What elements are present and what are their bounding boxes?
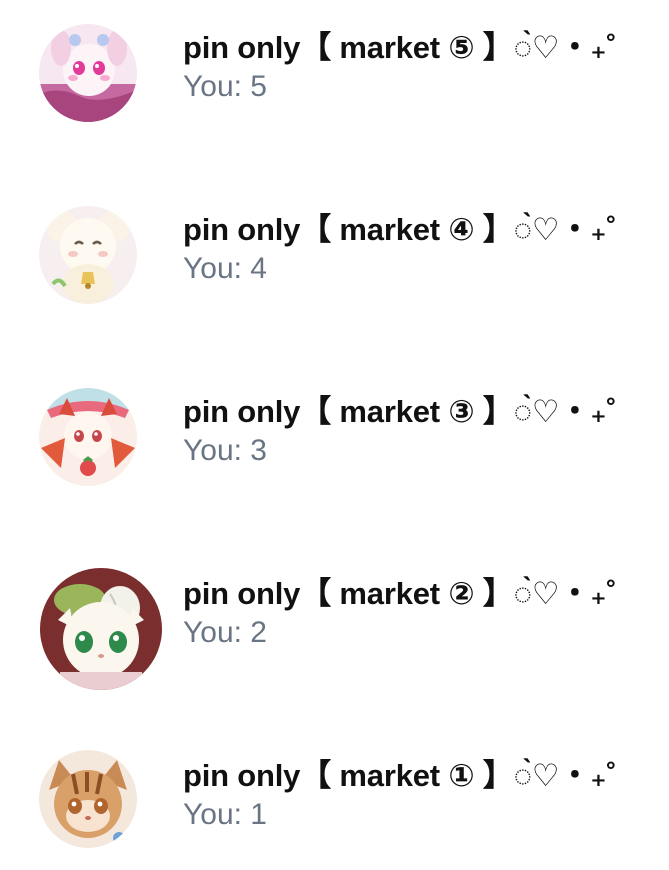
- chat-row-market-5[interactable]: pin only【 market ⑤ 】◌̀♡・₊˚ You: 5: [0, 22, 669, 142]
- chat-list: pin only【 market ⑤ 】◌̀♡・₊˚ You: 5 pin on…: [0, 0, 669, 868]
- last-message-preview: You: 5: [183, 70, 267, 103]
- chat-row-market-1[interactable]: pin only【 market ① 】◌̀♡・₊˚ You: 1: [0, 750, 669, 870]
- chat-title: pin only【 market ⑤ 】◌̀♡・₊˚: [183, 30, 617, 65]
- red-cat-mascot-avatar[interactable]: [39, 388, 137, 486]
- chat-title: pin only【 market ① 】◌̀♡・₊˚: [183, 758, 617, 793]
- last-message-preview: You: 3: [183, 434, 267, 467]
- chat-title: pin only【 market ② 】◌̀♡・₊˚: [183, 576, 617, 611]
- chat-title: pin only【 market ③ 】◌̀♡・₊˚: [183, 394, 617, 429]
- chat-row-market-3[interactable]: pin only【 market ③ 】◌̀♡・₊˚ You: 3: [0, 386, 669, 506]
- green-hat-cat-avatar[interactable]: [40, 568, 162, 690]
- pink-mascot-avatar[interactable]: [39, 24, 137, 122]
- chat-row-market-4[interactable]: pin only【 market ④ 】◌̀♡・₊˚ You: 4: [0, 204, 669, 324]
- last-message-preview: You: 4: [183, 252, 267, 285]
- last-message-preview: You: 2: [183, 616, 267, 649]
- chat-title: pin only【 market ④ 】◌̀♡・₊˚: [183, 212, 617, 247]
- cream-lamb-mascot-avatar[interactable]: [39, 206, 137, 304]
- last-message-preview: You: 1: [183, 798, 267, 831]
- brown-tabby-mascot-avatar[interactable]: [39, 750, 137, 848]
- chat-row-market-2[interactable]: pin only【 market ② 】◌̀♡・₊˚ You: 2: [0, 568, 669, 690]
